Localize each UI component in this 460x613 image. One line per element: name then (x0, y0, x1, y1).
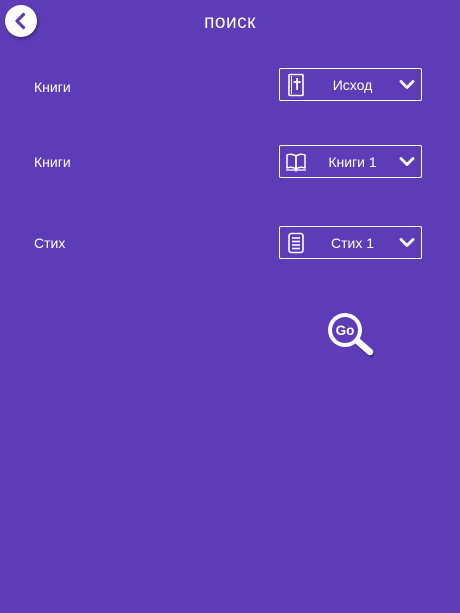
open-book-icon (283, 149, 309, 175)
go-label: Go (336, 323, 355, 338)
verse-value: Стих 1 (330, 234, 375, 251)
chevron-down-icon (396, 75, 418, 95)
chevron-down-icon (396, 152, 418, 172)
book-label: Книги (34, 79, 71, 95)
document-icon (283, 230, 309, 256)
chapter-label: Книги (34, 154, 71, 170)
verse-label: Стих (34, 235, 66, 251)
book-dropdown[interactable]: Исход (279, 68, 422, 101)
go-search-button[interactable]: Go (324, 309, 380, 365)
verse-dropdown[interactable]: Стих 1 (279, 226, 422, 259)
bible-cross-icon (283, 72, 309, 98)
magnifier-icon: Go (328, 313, 375, 358)
page-title: поиск (204, 12, 256, 33)
chapter-dropdown[interactable]: Книги 1 (279, 145, 422, 178)
book-value: Исход (332, 76, 373, 93)
chapter-value: Книги 1 (328, 153, 377, 170)
chevron-down-icon (396, 233, 418, 253)
